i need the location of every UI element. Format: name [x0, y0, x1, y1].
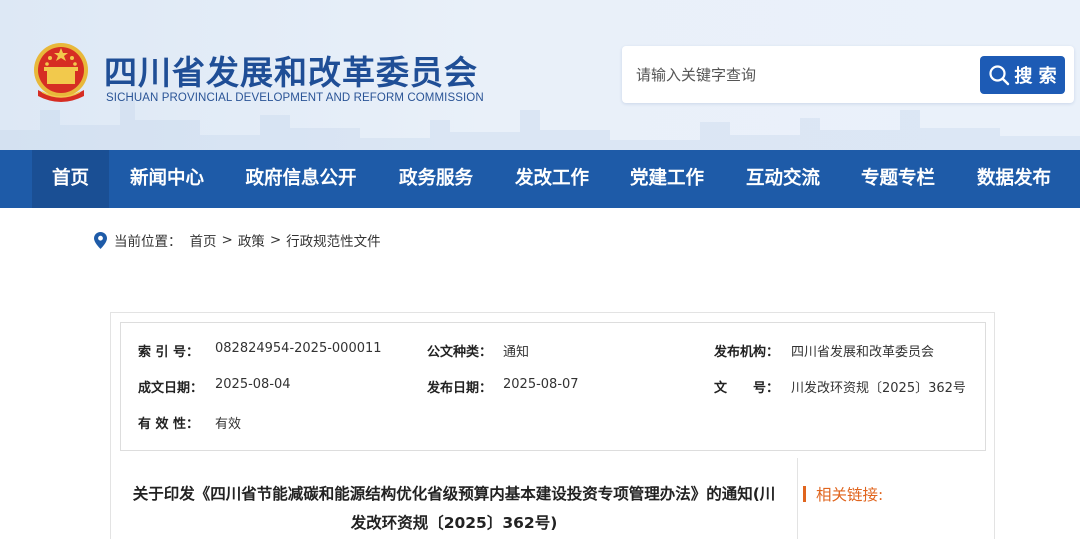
nav-item-reform-work[interactable]: 发改工作 [505, 150, 599, 208]
meta-validity-label: 有 效 性： [138, 417, 200, 432]
search-button[interactable]: 搜 索 [980, 56, 1065, 94]
national-emblem-icon [34, 43, 88, 102]
related-links-label: 相关链接: [816, 486, 884, 504]
search-input[interactable] [636, 60, 976, 90]
sidebar-divider [797, 458, 798, 539]
breadcrumb-policy-link[interactable]: 政策 [238, 230, 265, 250]
meta-doc-no-label: 文 号： [714, 381, 780, 396]
search-icon [989, 65, 1010, 86]
meta-doc-type-label: 公文种类： [427, 345, 493, 360]
nav-item-news[interactable]: 新闻中心 [122, 150, 212, 208]
nav-item-data[interactable]: 数据发布 [967, 150, 1061, 208]
meta-publish-date-value: 2025-08-07 [503, 377, 579, 392]
meta-index-label: 索 引 号： [138, 345, 200, 360]
breadcrumb-home-link[interactable]: 首页 [190, 230, 217, 250]
breadcrumb-prefix: 当前位置： [114, 234, 182, 250]
document-title: 关于印发《四川省节能减碳和能源结构优化省级预算内基本建设投资专项管理办法》的通知… [132, 485, 776, 532]
site-subtitle: SICHUAN PROVINCIAL DEVELOPMENT AND REFOR… [106, 92, 484, 104]
nav-item-gov-info[interactable]: 政府信息公开 [236, 150, 366, 208]
nav-item-services[interactable]: 政务服务 [389, 150, 483, 208]
meta-publisher-value: 四川省发展和改革委员会 [791, 345, 935, 360]
meta-validity-value: 有效 [215, 417, 242, 432]
breadcrumb-separator: > [221, 232, 233, 248]
site-title: 四川省发展和改革委员会 [104, 53, 478, 92]
meta-publish-date-label: 发布日期： [427, 381, 493, 396]
meta-doc-no-value: 川发改环资规〔2025〕362号 [791, 381, 966, 396]
location-pin-icon [94, 231, 107, 249]
meta-index-value: 082824954-2025-000011 [215, 341, 382, 356]
meta-created-date-label: 成文日期： [138, 381, 204, 396]
search-box: 搜 索 [622, 46, 1074, 103]
nav-item-home[interactable]: 首页 [32, 150, 109, 208]
nav-item-topics[interactable]: 专题专栏 [851, 150, 945, 208]
breadcrumb-separator: > [269, 232, 282, 248]
related-links-heading: 相关链接: [803, 484, 883, 504]
meta-doc-type-value: 通知 [503, 345, 530, 360]
site-header: 四川省发展和改革委员会 SICHUAN PROVINCIAL DEVELOPME… [0, 0, 1080, 150]
breadcrumb-normative-docs-link[interactable]: 行政规范性文件 [286, 230, 381, 250]
heading-accent-bar [803, 486, 806, 502]
main-nav: 首页 新闻中心 政府信息公开 政务服务 发改工作 党建工作 互动交流 专题专栏 … [0, 150, 1080, 208]
search-button-label: 搜 索 [1014, 66, 1057, 87]
breadcrumb: 当前位置： 首页 > 政策 > 行政规范性文件 [94, 230, 381, 250]
meta-publisher-label: 发布机构： [714, 345, 780, 360]
nav-item-party-work[interactable]: 党建工作 [620, 150, 714, 208]
meta-created-date-value: 2025-08-04 [215, 377, 291, 392]
nav-item-interaction[interactable]: 互动交流 [736, 150, 830, 208]
